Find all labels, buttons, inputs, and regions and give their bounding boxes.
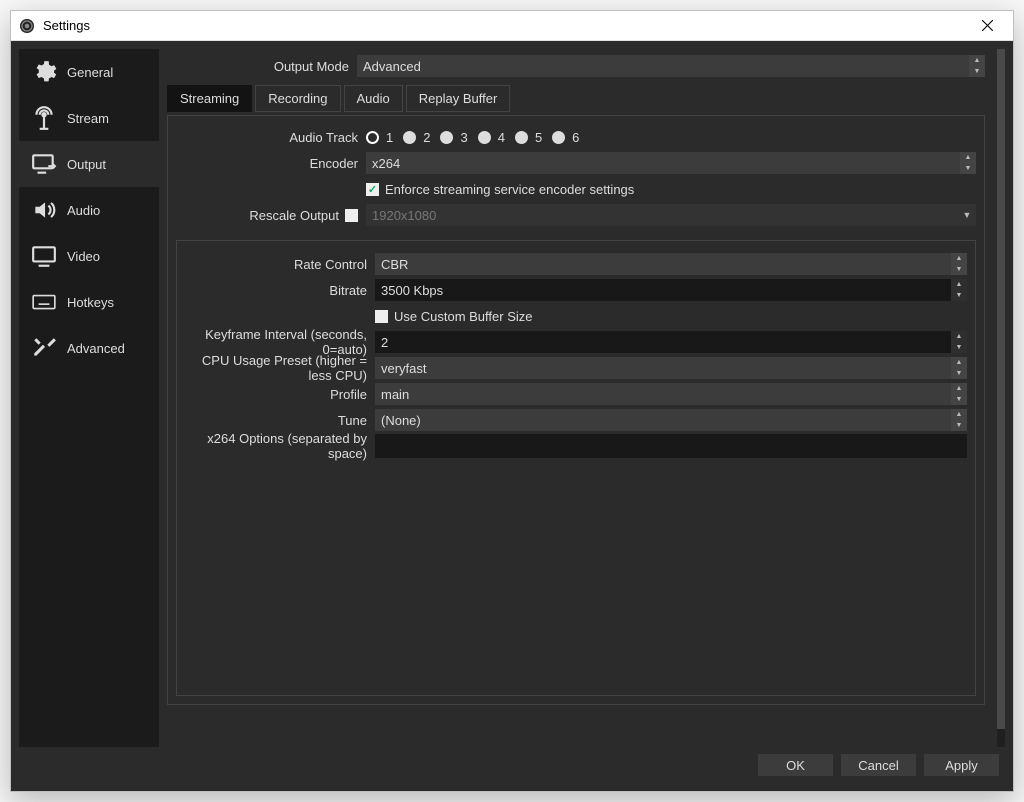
streaming-panel: Audio Track 1 2 3 4 5 6 Encoder x264▲▼ <box>167 115 985 705</box>
rate-control-select[interactable]: CBR▲▼ <box>375 253 967 275</box>
x264-options-input[interactable] <box>375 434 967 458</box>
output-mode-label: Output Mode <box>167 59 357 74</box>
cpu-preset-select[interactable]: veryfast▲▼ <box>375 357 967 379</box>
antenna-icon <box>31 105 57 131</box>
custom-buffer-label: Use Custom Buffer Size <box>394 309 532 324</box>
enforce-checkbox[interactable]: ✓ <box>366 183 379 196</box>
tune-label: Tune <box>185 413 375 428</box>
tab-streaming[interactable]: Streaming <box>167 85 252 112</box>
keyboard-icon <box>31 289 57 315</box>
settings-window: Settings General Stream Output <box>10 10 1014 792</box>
custom-buffer-checkbox[interactable] <box>375 310 388 323</box>
cpu-preset-label: CPU Usage Preset (higher = less CPU) <box>185 353 375 383</box>
monitor-out-icon <box>31 151 57 177</box>
encoder-label: Encoder <box>176 156 366 171</box>
audio-track-4[interactable]: 4 <box>478 130 505 145</box>
sidebar-item-advanced[interactable]: Advanced <box>19 325 159 371</box>
bitrate-label: Bitrate <box>185 283 375 298</box>
profile-select[interactable]: main▲▼ <box>375 383 967 405</box>
monitor-icon <box>31 243 57 269</box>
profile-label: Profile <box>185 387 375 402</box>
sidebar-item-output[interactable]: Output <box>19 141 159 187</box>
audio-track-1[interactable]: 1 <box>366 130 393 145</box>
output-mode-select[interactable]: Advanced ▲▼ <box>357 55 985 77</box>
rate-control-label: Rate Control <box>185 257 375 272</box>
tab-replay-buffer[interactable]: Replay Buffer <box>406 85 511 112</box>
enforce-label: Enforce streaming service encoder settin… <box>385 182 634 197</box>
audio-track-5[interactable]: 5 <box>515 130 542 145</box>
output-tabs: Streaming Recording Audio Replay Buffer <box>167 85 985 112</box>
encoder-settings-panel: Rate Control CBR▲▼ Bitrate 3500 Kbps▲▼ U… <box>176 240 976 696</box>
sidebar-item-hotkeys[interactable]: Hotkeys <box>19 279 159 325</box>
scrollbar[interactable] <box>997 49 1005 747</box>
tab-recording[interactable]: Recording <box>255 85 340 112</box>
tab-audio[interactable]: Audio <box>344 85 403 112</box>
speaker-icon <box>31 197 57 223</box>
sidebar-item-stream[interactable]: Stream <box>19 95 159 141</box>
sidebar-item-audio[interactable]: Audio <box>19 187 159 233</box>
keyframe-input[interactable]: 2▲▼ <box>375 331 967 353</box>
audio-track-6[interactable]: 6 <box>552 130 579 145</box>
sidebar-item-video[interactable]: Video <box>19 233 159 279</box>
audio-track-label: Audio Track <box>176 130 366 145</box>
cancel-button[interactable]: Cancel <box>841 754 916 776</box>
rescale-select[interactable]: 1920x1080▼ <box>366 204 976 226</box>
rescale-label: Rescale Output <box>249 208 339 223</box>
rescale-checkbox[interactable] <box>345 209 358 222</box>
encoder-select[interactable]: x264▲▼ <box>366 152 976 174</box>
bitrate-input[interactable]: 3500 Kbps▲▼ <box>375 279 967 301</box>
apply-button[interactable]: Apply <box>924 754 999 776</box>
audio-track-3[interactable]: 3 <box>440 130 467 145</box>
content-area: Output Mode Advanced ▲▼ Streaming Record… <box>159 49 1005 747</box>
close-button[interactable] <box>969 11 1005 41</box>
tools-icon <box>31 335 57 361</box>
gear-icon <box>31 59 57 85</box>
sidebar: General Stream Output Audio Video <box>19 49 159 747</box>
audio-track-group: 1 2 3 4 5 6 <box>366 130 976 145</box>
sidebar-item-general[interactable]: General <box>19 49 159 95</box>
audio-track-2[interactable]: 2 <box>403 130 430 145</box>
titlebar: Settings <box>11 11 1013 41</box>
obs-icon <box>19 18 35 34</box>
tune-select[interactable]: (None)▲▼ <box>375 409 967 431</box>
ok-button[interactable]: OK <box>758 754 833 776</box>
x264-options-label: x264 Options (separated by space) <box>185 431 375 461</box>
window-title: Settings <box>43 18 90 33</box>
dialog-footer: OK Cancel Apply <box>19 747 1005 783</box>
